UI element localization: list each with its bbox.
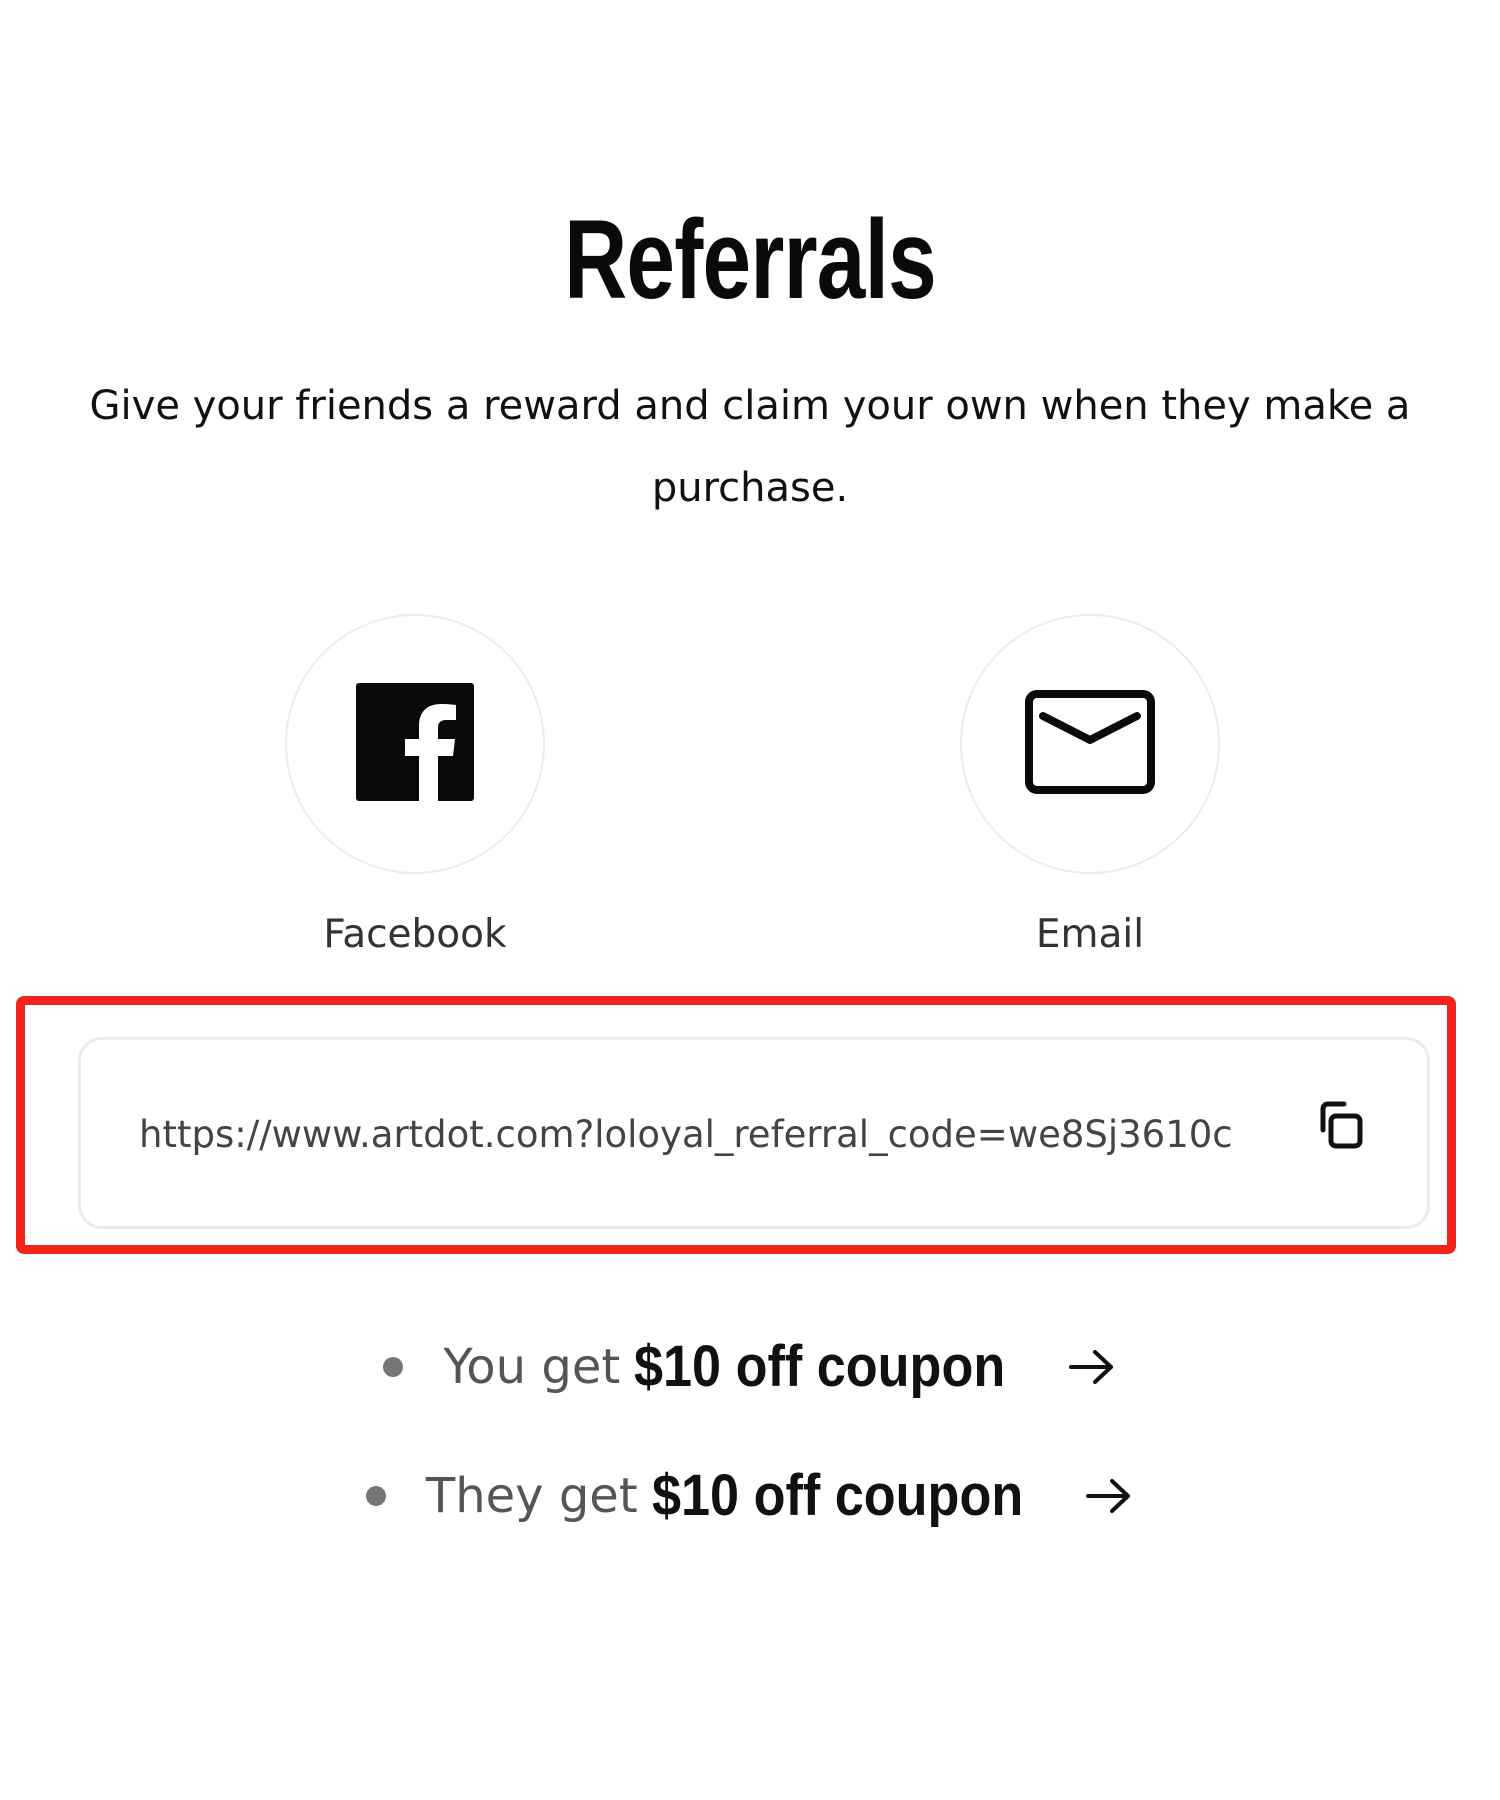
reward-you-amount: $10 off coupon <box>634 1334 1006 1399</box>
arrow-right-icon[interactable] <box>1084 1476 1134 1516</box>
referral-link-text[interactable]: https://www.artdot.com?loloyal_referral_… <box>139 1110 1245 1160</box>
referral-description: Give your friends a reward and claim you… <box>89 383 1411 511</box>
share-facebook-label: Facebook <box>323 912 507 957</box>
copy-link-button[interactable] <box>1310 1098 1370 1158</box>
arrow-right-icon[interactable] <box>1067 1347 1117 1387</box>
reward-they-amount: $10 off coupon <box>651 1463 1023 1528</box>
bullet-dot <box>365 1486 386 1506</box>
envelope-icon <box>1025 689 1155 799</box>
reward-they-row[interactable]: They get $10 off coupon <box>0 1462 1500 1530</box>
share-email-circle[interactable] <box>960 614 1220 874</box>
bullet-dot <box>383 1357 404 1377</box>
reward-they-prefix: They get <box>425 1468 638 1524</box>
copy-icon <box>1314 1100 1366 1157</box>
facebook-icon <box>356 682 474 806</box>
page-title: Referrals <box>564 197 937 322</box>
share-facebook-circle[interactable] <box>285 614 545 874</box>
reward-you-prefix: You get <box>443 1339 621 1395</box>
share-facebook-button[interactable]: Facebook <box>285 614 545 958</box>
referral-link-field[interactable]: https://www.artdot.com?loloyal_referral_… <box>78 1037 1430 1229</box>
share-email-button[interactable]: Email <box>960 614 1220 958</box>
share-email-label: Email <box>1035 912 1145 957</box>
reward-you-row[interactable]: You get $10 off coupon <box>0 1333 1500 1401</box>
